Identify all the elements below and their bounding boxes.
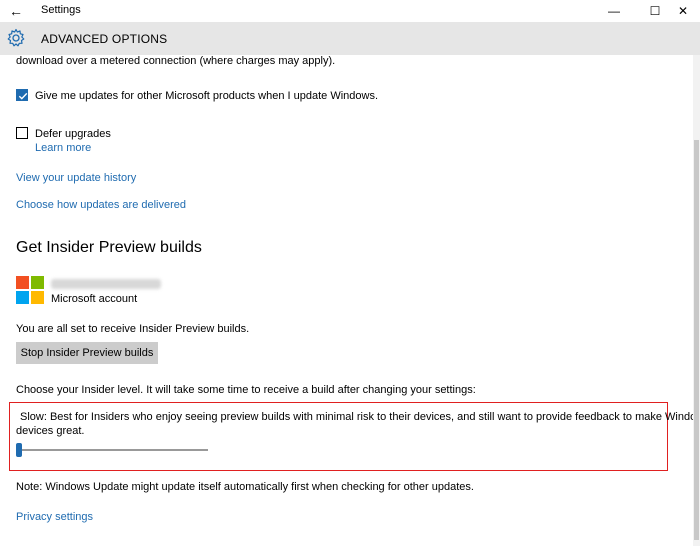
insider-level-slider[interactable] — [20, 449, 208, 451]
page-header: ADVANCED OPTIONS — [0, 22, 700, 55]
window-title: Settings — [41, 4, 81, 16]
defer-upgrades-label: Defer upgrades — [35, 128, 111, 140]
stop-insider-button[interactable]: Stop Insider Preview builds — [16, 342, 158, 364]
minimize-button[interactable]: — — [597, 0, 631, 22]
privacy-settings-link[interactable]: Privacy settings — [16, 511, 93, 523]
scrollbar-thumb[interactable] — [694, 140, 699, 540]
ms-updates-checkbox[interactable] — [16, 89, 28, 101]
ms-updates-label: Give me updates for other Microsoft prod… — [35, 90, 378, 102]
close-button[interactable]: ✕ — [666, 0, 700, 22]
title-bar: ← Settings — ☐ ✕ — [0, 0, 700, 22]
blurred-account-email — [51, 279, 161, 289]
account-label: Microsoft account — [51, 293, 138, 305]
choose-delivery-link[interactable]: Choose how updates are delivered — [16, 199, 186, 211]
settings-content: download over a metered connection (wher… — [0, 55, 693, 546]
checkmark-icon — [18, 92, 28, 100]
page-title: ADVANCED OPTIONS — [41, 32, 168, 46]
slider-thumb[interactable] — [16, 443, 22, 457]
metered-text: download over a metered connection (wher… — [16, 55, 336, 67]
scrollbar[interactable] — [693, 55, 700, 546]
defer-upgrades-checkbox[interactable] — [16, 127, 28, 139]
gear-icon — [7, 28, 25, 47]
choose-level-text: Choose your Insider level. It will take … — [16, 384, 476, 396]
note-text: Note: Windows Update might update itself… — [16, 481, 474, 493]
back-arrow-icon[interactable]: ← — [6, 2, 26, 20]
all-set-text: You are all set to receive Insider Previ… — [16, 323, 250, 335]
slow-description-line2: devices great. — [16, 425, 85, 437]
insider-heading: Get Insider Preview builds — [16, 239, 202, 256]
microsoft-logo-icon — [16, 276, 44, 304]
learn-more-link[interactable]: Learn more — [35, 142, 91, 154]
view-update-history-link[interactable]: View your update history — [16, 172, 136, 184]
slow-description-line1: Slow: Best for Insiders who enjoy seeing… — [20, 411, 693, 423]
